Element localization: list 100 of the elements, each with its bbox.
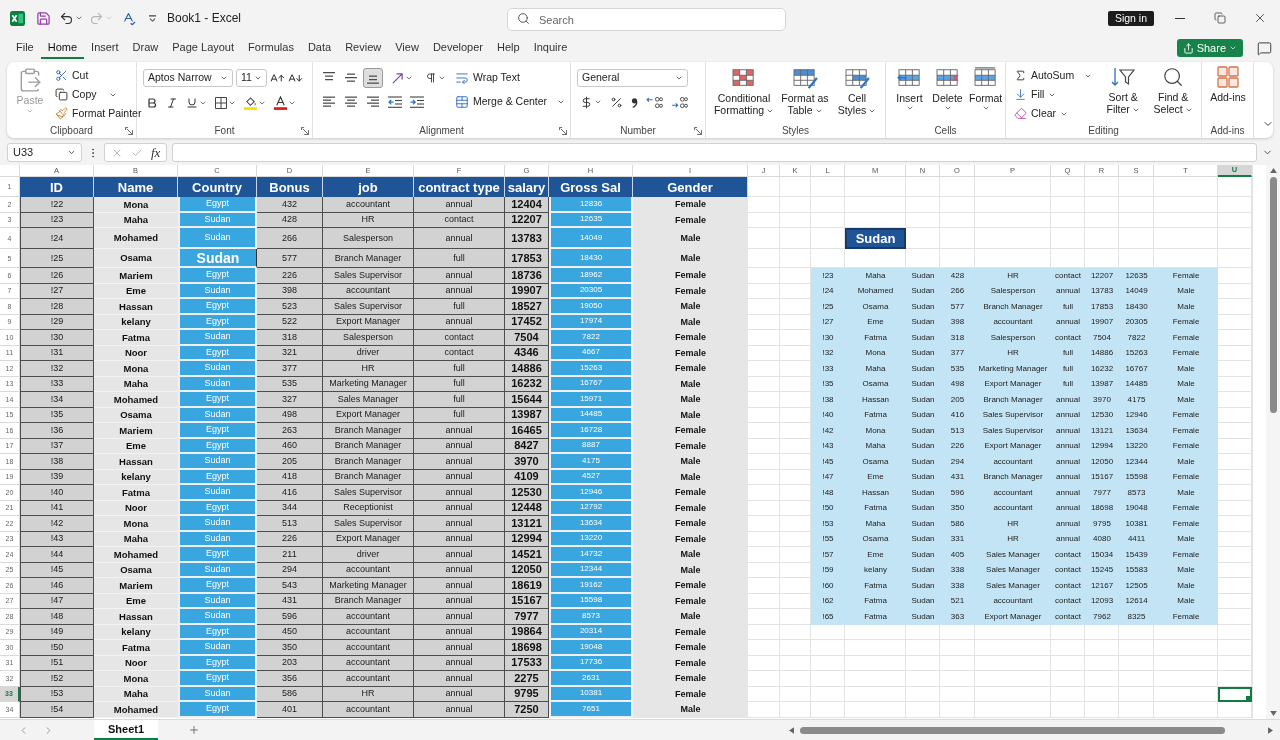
empty-cell[interactable] bbox=[940, 671, 975, 687]
formula-input[interactable] bbox=[172, 143, 1257, 162]
empty-cell[interactable] bbox=[780, 212, 811, 228]
fill-button[interactable]: Fill bbox=[1012, 85, 1095, 104]
styles-button[interactable]: Cell Styles bbox=[834, 67, 880, 116]
empty-cell[interactable] bbox=[1051, 640, 1085, 656]
copy-button[interactable]: Copy bbox=[53, 85, 144, 104]
empty-cell[interactable] bbox=[1218, 702, 1252, 718]
corner-arrow-icon[interactable] bbox=[694, 126, 702, 135]
empty-cell[interactable] bbox=[780, 702, 811, 718]
empty-cell[interactable] bbox=[811, 686, 845, 702]
empty-cell[interactable] bbox=[940, 212, 975, 228]
menu-tab[interactable]: View bbox=[388, 37, 426, 59]
empty-cell[interactable] bbox=[1154, 624, 1218, 640]
empty-cell[interactable] bbox=[975, 212, 1051, 228]
menu-tab[interactable]: Insert bbox=[84, 37, 126, 59]
empty-cell[interactable] bbox=[906, 177, 940, 197]
empty-cell[interactable] bbox=[975, 640, 1051, 656]
empty-cell[interactable] bbox=[780, 640, 811, 656]
empty-cell[interactable] bbox=[1119, 640, 1154, 656]
empty-cell[interactable] bbox=[940, 702, 975, 718]
empty-cell[interactable] bbox=[780, 177, 811, 197]
empty-cell[interactable] bbox=[811, 197, 845, 213]
empty-cell[interactable] bbox=[975, 655, 1051, 671]
sheet-tab[interactable]: Sheet1 bbox=[94, 720, 159, 740]
empty-cell[interactable] bbox=[1085, 702, 1119, 718]
caret-bar-icon[interactable] bbox=[148, 14, 157, 22]
empty-cell[interactable] bbox=[1085, 686, 1119, 702]
empty-cell[interactable] bbox=[845, 197, 906, 213]
empty-cell[interactable] bbox=[1085, 640, 1119, 656]
empty-cell[interactable] bbox=[780, 249, 811, 268]
cells-button[interactable]: Insert bbox=[892, 67, 927, 112]
empty-cell[interactable] bbox=[906, 640, 940, 656]
empty-cell[interactable] bbox=[1119, 228, 1154, 249]
empty-cell[interactable] bbox=[1119, 197, 1154, 213]
wrap-text-button[interactable]: Wrap Text bbox=[453, 68, 568, 88]
clear-button[interactable]: Clear bbox=[1012, 104, 1095, 123]
select-all-button[interactable] bbox=[0, 165, 20, 177]
empty-cell[interactable] bbox=[811, 177, 845, 197]
empty-cell[interactable] bbox=[1085, 197, 1119, 213]
empty-cell[interactable] bbox=[1154, 655, 1218, 671]
empty-cell[interactable] bbox=[1119, 655, 1154, 671]
name-box[interactable]: U33 bbox=[7, 143, 82, 162]
cells-button[interactable]: Format bbox=[968, 67, 1003, 112]
vertical-scrollbar[interactable] bbox=[1266, 165, 1280, 719]
empty-cell[interactable] bbox=[1218, 640, 1252, 656]
empty-cell[interactable] bbox=[1051, 702, 1085, 718]
find-select-button[interactable]: Find & Select bbox=[1148, 66, 1199, 115]
empty-cell[interactable] bbox=[1051, 197, 1085, 213]
menu-tab[interactable]: Inquire bbox=[526, 37, 575, 59]
empty-cell[interactable] bbox=[1154, 671, 1218, 687]
menu-tab[interactable]: Formulas bbox=[241, 37, 301, 59]
add-sheet-button[interactable] bbox=[188, 724, 201, 736]
empty-cell[interactable] bbox=[811, 702, 845, 718]
empty-cell[interactable] bbox=[906, 702, 940, 718]
empty-cell[interactable] bbox=[975, 671, 1051, 687]
empty-cell[interactable] bbox=[1119, 686, 1154, 702]
empty-cell[interactable] bbox=[845, 702, 906, 718]
merge-center-button[interactable]: Merge & Center bbox=[453, 92, 568, 112]
autosum-button[interactable]: AutoSum bbox=[1012, 66, 1095, 85]
empty-cell[interactable] bbox=[845, 686, 906, 702]
empty-cell[interactable] bbox=[1119, 624, 1154, 640]
vertical-align-button[interactable] bbox=[363, 68, 383, 88]
cut-button[interactable]: Cut bbox=[53, 66, 144, 85]
menu-tab[interactable]: File bbox=[9, 37, 41, 59]
empty-cell[interactable] bbox=[1218, 249, 1252, 268]
empty-cell[interactable] bbox=[1119, 212, 1154, 228]
corner-arrow-icon[interactable] bbox=[559, 126, 567, 135]
empty-cell[interactable] bbox=[1051, 177, 1085, 197]
empty-cell[interactable] bbox=[975, 177, 1051, 197]
empty-cell[interactable] bbox=[811, 212, 845, 228]
empty-cell[interactable] bbox=[845, 177, 906, 197]
empty-cell[interactable] bbox=[1218, 624, 1252, 640]
empty-cell[interactable] bbox=[906, 671, 940, 687]
styles-button[interactable]: Conditional Formatting bbox=[712, 67, 776, 116]
insert-function-button[interactable]: fx bbox=[151, 146, 161, 159]
empty-cell[interactable] bbox=[780, 686, 811, 702]
empty-cell[interactable] bbox=[906, 624, 940, 640]
spelling-button[interactable] bbox=[121, 10, 136, 26]
empty-cell[interactable] bbox=[975, 702, 1051, 718]
empty-cell[interactable] bbox=[1051, 686, 1085, 702]
empty-cell[interactable] bbox=[1085, 624, 1119, 640]
empty-cell[interactable] bbox=[1218, 197, 1252, 213]
empty-cell[interactable] bbox=[906, 686, 940, 702]
format-painter-button[interactable]: Format Painter bbox=[53, 104, 144, 123]
undo-button[interactable] bbox=[59, 10, 83, 26]
scrollbar-thumb[interactable] bbox=[1269, 177, 1277, 413]
horizontal-scrollbar[interactable] bbox=[786, 724, 1276, 736]
empty-cell[interactable] bbox=[975, 197, 1051, 213]
empty-cell[interactable] bbox=[940, 624, 975, 640]
menu-tab[interactable]: Data bbox=[300, 37, 339, 59]
empty-cell[interactable] bbox=[845, 640, 906, 656]
empty-cell[interactable] bbox=[1218, 177, 1252, 197]
empty-cell[interactable] bbox=[1051, 671, 1085, 687]
empty-cell[interactable] bbox=[1218, 228, 1252, 249]
menu-tab[interactable]: Review bbox=[338, 37, 389, 59]
empty-cell[interactable] bbox=[1154, 702, 1218, 718]
empty-cell[interactable] bbox=[1085, 177, 1119, 197]
empty-cell[interactable] bbox=[1051, 228, 1085, 249]
empty-cell[interactable] bbox=[1218, 212, 1252, 228]
